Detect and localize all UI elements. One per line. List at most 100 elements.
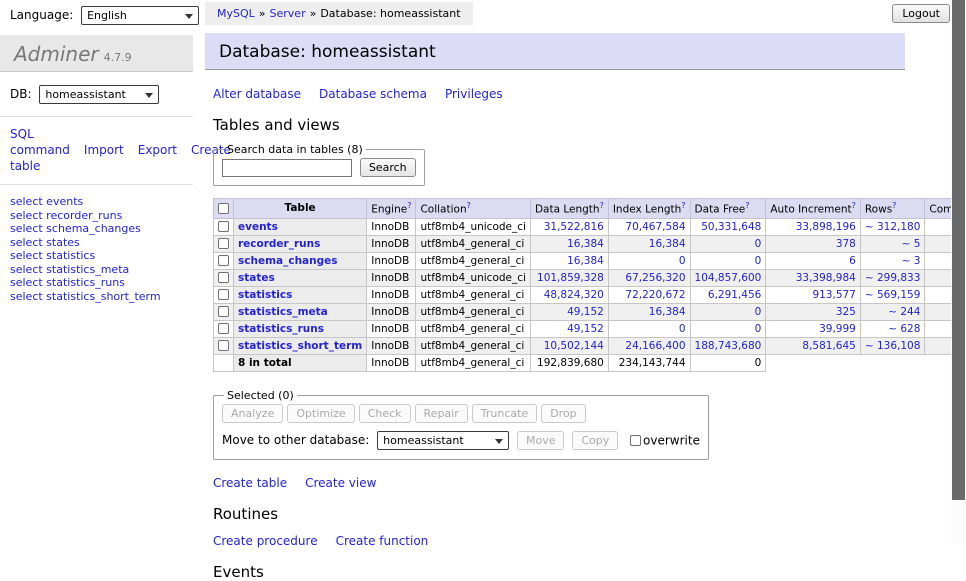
column-header-label: Data Length	[535, 204, 600, 216]
column-header-label: Index Length	[613, 204, 681, 216]
help-link[interactable]: ?	[745, 201, 749, 210]
move-db-select[interactable]: homeassistant	[377, 431, 509, 450]
data-free-cell[interactable]: 0	[690, 303, 766, 320]
auto-increment-cell[interactable]: 33,898,196	[766, 218, 861, 235]
sidebar-item-select-statistics-runs[interactable]: select statistics_runs	[10, 276, 193, 290]
auto-increment-cell[interactable]: 378	[766, 235, 861, 252]
data-free-cell[interactable]: 104,857,600	[690, 269, 766, 286]
index-length-cell[interactable]: 0	[608, 320, 690, 337]
sidebar-item-select-statistics[interactable]: select statistics	[10, 249, 193, 263]
data-free-cell[interactable]: 0	[690, 235, 766, 252]
help-link[interactable]: ?	[892, 201, 896, 210]
breadcrumb-link-mysql[interactable]: MySQL	[217, 7, 255, 20]
language-select[interactable]: English	[81, 6, 199, 25]
data-free-cell[interactable]: 50,331,648	[690, 218, 766, 235]
sidebar-item-select-events[interactable]: select events	[10, 195, 193, 209]
data-free-cell[interactable]: 0	[690, 252, 766, 269]
data-length-cell[interactable]: 49,152	[530, 303, 608, 320]
db-select[interactable]: homeassistant	[39, 85, 159, 104]
select-all-checkbox[interactable]	[218, 203, 229, 214]
create-table-link[interactable]: Create table	[213, 476, 287, 490]
row-checkbox[interactable]	[218, 323, 229, 334]
chevron-down-icon	[185, 14, 193, 19]
rows-count-cell[interactable]: ~ 569,159	[860, 286, 925, 303]
data-free-cell[interactable]: 6,291,456	[690, 286, 766, 303]
db-select-value: homeassistant	[45, 88, 126, 101]
data-length-cell[interactable]: 49,152	[530, 320, 608, 337]
create-procedure-link[interactable]: Create procedure	[213, 534, 318, 548]
alter-database-link[interactable]: Alter database	[213, 87, 301, 101]
create-links: Create table Create view	[213, 476, 905, 490]
data-length-cell[interactable]: 16,384	[530, 235, 608, 252]
table-link-statistics-meta[interactable]: statistics_meta	[238, 306, 328, 318]
row-checkbox[interactable]	[218, 221, 229, 232]
rows-count-cell[interactable]: ~ 628	[860, 320, 925, 337]
row-checkbox[interactable]	[218, 340, 229, 351]
rows-count-cell[interactable]: ~ 5	[860, 235, 925, 252]
help-link[interactable]: ?	[600, 201, 604, 210]
sql-command-link[interactable]: SQL command	[10, 127, 70, 157]
search-button[interactable]: Search	[360, 158, 416, 177]
total-data-length-cell: 192,839,680	[530, 354, 608, 371]
data-length-cell[interactable]: 31,522,816	[530, 218, 608, 235]
table-link-events[interactable]: events	[238, 221, 278, 233]
rows-count-cell[interactable]: ~ 3	[860, 252, 925, 269]
data-length-cell[interactable]: 10,502,144	[530, 337, 608, 354]
export-link[interactable]: Export	[138, 143, 177, 157]
index-length-cell[interactable]: 67,256,320	[608, 269, 690, 286]
auto-increment-cell[interactable]: 33,398,984	[766, 269, 861, 286]
index-length-cell[interactable]: 24,166,400	[608, 337, 690, 354]
create-view-link[interactable]: Create view	[305, 476, 376, 490]
help-link[interactable]: ?	[852, 201, 856, 210]
breadcrumb-link-server[interactable]: Server	[270, 7, 306, 20]
index-length-cell[interactable]: 16,384	[608, 303, 690, 320]
row-checkbox[interactable]	[218, 255, 229, 266]
row-checkbox[interactable]	[218, 272, 229, 283]
data-length-cell[interactable]: 16,384	[530, 252, 608, 269]
sidebar-item-select-recorder-runs[interactable]: select recorder_runs	[10, 209, 193, 223]
auto-increment-cell[interactable]: 39,999	[766, 320, 861, 337]
sidebar-item-select-schema-changes[interactable]: select schema_changes	[10, 222, 193, 236]
logout-button[interactable]: Logout	[892, 4, 950, 23]
row-checkbox[interactable]	[218, 289, 229, 300]
help-link[interactable]: ?	[467, 201, 471, 210]
rows-count-cell[interactable]: ~ 244	[860, 303, 925, 320]
db-label: DB:	[10, 87, 32, 101]
table-link-states[interactable]: states	[238, 272, 275, 284]
rows-count-cell[interactable]: ~ 299,833	[860, 269, 925, 286]
rows-count-cell[interactable]: ~ 312,180	[860, 218, 925, 235]
sidebar-item-select-statistics-meta[interactable]: select statistics_meta	[10, 263, 193, 277]
auto-increment-cell[interactable]: 6	[766, 252, 861, 269]
sidebar-item-select-states[interactable]: select states	[10, 236, 193, 250]
search-input[interactable]	[222, 159, 352, 177]
import-link[interactable]: Import	[84, 143, 124, 157]
sidebar-item-select-statistics-short-term[interactable]: select statistics_short_term	[10, 290, 193, 304]
data-length-cell[interactable]: 101,859,328	[530, 269, 608, 286]
row-checkbox[interactable]	[218, 306, 229, 317]
index-length-cell[interactable]: 70,467,584	[608, 218, 690, 235]
help-link[interactable]: ?	[681, 201, 685, 210]
data-length-cell[interactable]: 48,824,320	[530, 286, 608, 303]
table-link-statistics-short-term[interactable]: statistics_short_term	[238, 340, 362, 352]
table-link-schema-changes[interactable]: schema_changes	[238, 255, 338, 267]
table-link-recorder-runs[interactable]: recorder_runs	[238, 238, 320, 250]
privileges-link[interactable]: Privileges	[445, 87, 503, 101]
index-length-cell[interactable]: 0	[608, 252, 690, 269]
data-free-cell[interactable]: 188,743,680	[690, 337, 766, 354]
help-link[interactable]: ?	[407, 201, 411, 210]
scrollbar-thumb[interactable]	[952, 0, 965, 500]
auto-increment-cell[interactable]: 325	[766, 303, 861, 320]
row-checkbox[interactable]	[218, 238, 229, 249]
create-function-link[interactable]: Create function	[336, 534, 429, 548]
database-schema-link[interactable]: Database schema	[319, 87, 427, 101]
index-length-cell[interactable]: 72,220,672	[608, 286, 690, 303]
auto-increment-cell[interactable]: 8,581,645	[766, 337, 861, 354]
overwrite-checkbox[interactable]	[630, 435, 641, 446]
index-length-cell[interactable]: 16,384	[608, 235, 690, 252]
table-link-statistics[interactable]: statistics	[238, 289, 292, 301]
auto-increment-cell[interactable]: 913,577	[766, 286, 861, 303]
rows-count-cell[interactable]: ~ 136,108	[860, 337, 925, 354]
scrollbar[interactable]	[951, 0, 966, 543]
data-free-cell[interactable]: 0	[690, 320, 766, 337]
table-link-statistics-runs[interactable]: statistics_runs	[238, 323, 324, 335]
